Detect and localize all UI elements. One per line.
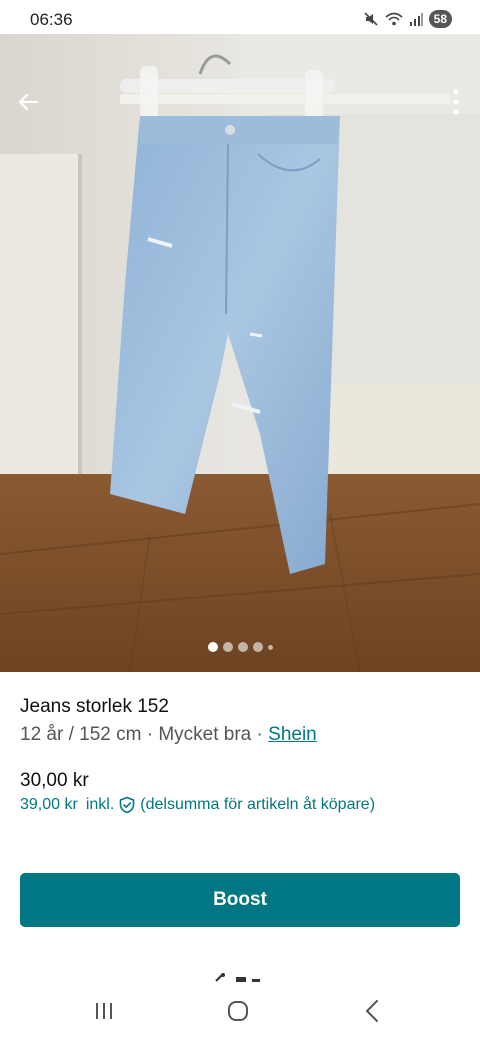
system-nav-bar (0, 982, 480, 1040)
carousel-dot[interactable] (237, 642, 248, 652)
boost-button[interactable]: Boost (20, 873, 460, 927)
carousel-dot[interactable] (222, 642, 233, 652)
recents-icon (96, 1003, 112, 1019)
mute-icon (363, 11, 379, 27)
home-icon (228, 1001, 248, 1021)
nav-back-icon (366, 1000, 378, 1022)
item-info: Jeans storlek 152 12 år / 152 cm · Mycke… (20, 694, 460, 748)
item-details: 12 år / 152 cm · Mycket bra · Shein (20, 722, 460, 748)
jeans-photo-image (0, 34, 480, 672)
cutoff-content (212, 968, 272, 982)
home-button[interactable] (218, 996, 258, 1026)
shield-check-icon (119, 796, 135, 814)
price-incl-value: 39,00 kr (20, 796, 78, 813)
item-title: Jeans storlek 152 (20, 696, 169, 717)
arrow-left-icon (18, 93, 39, 111)
carousel-dot[interactable] (267, 644, 273, 650)
carousel-indicator (0, 642, 480, 652)
nav-back-button[interactable] (352, 996, 392, 1026)
back-button[interactable] (12, 86, 44, 118)
status-icons: 58 (363, 10, 452, 28)
brand-link[interactable]: Shein (268, 724, 317, 745)
price-incl-protection[interactable]: 39,00 kr inkl. (delsumma för artikeln åt… (20, 796, 375, 814)
incl-note: (delsumma för artikeln åt köpare) (140, 796, 376, 813)
cutoff-fragment-icon (215, 973, 260, 982)
recents-button[interactable] (84, 996, 124, 1026)
more-vertical-icon (453, 89, 459, 115)
wifi-icon (385, 11, 403, 27)
item-details-text: 12 år / 152 cm · Mycket bra · (20, 724, 269, 745)
item-price: 30,00 kr (20, 770, 89, 791)
carousel-dot[interactable] (252, 642, 263, 652)
product-photo[interactable] (0, 34, 480, 672)
status-time: 06:36 (30, 10, 73, 29)
battery-indicator: 58 (428, 10, 452, 28)
incl-label: inkl. (85, 796, 115, 813)
more-options-button[interactable] (448, 86, 464, 118)
carousel-dot[interactable] (207, 642, 218, 652)
signal-icon (409, 12, 423, 26)
